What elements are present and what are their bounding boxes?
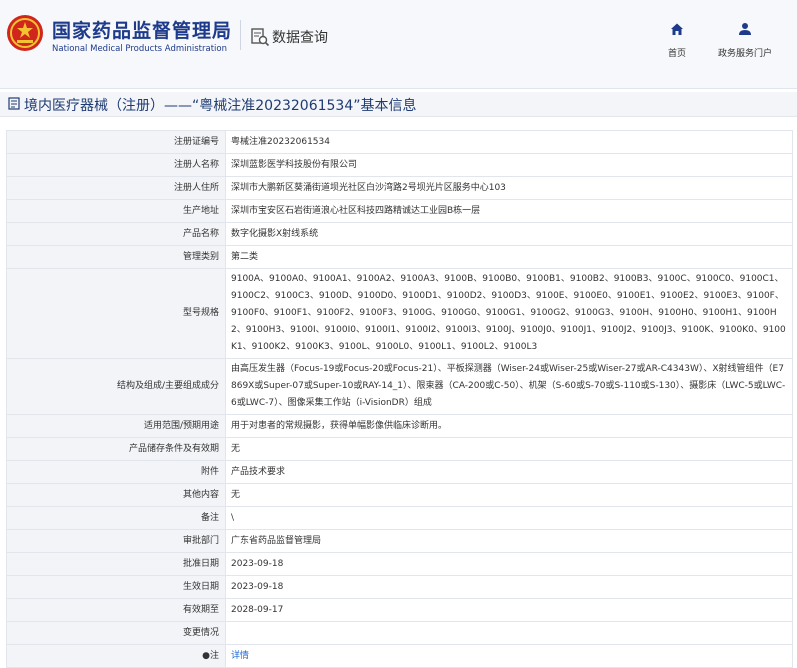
row-value: 由高压发生器（Focus-19或Focus-20或Focus-21）、平板探测器… <box>225 358 793 415</box>
row-label: 附件 <box>6 460 226 484</box>
row-label: 结构及组成/主要组成成分 <box>6 358 226 415</box>
nav-home[interactable]: 首页 <box>662 22 692 59</box>
row-value: 产品技术要求 <box>225 460 793 484</box>
user-icon <box>739 23 751 35</box>
row-value: 无 <box>225 483 793 507</box>
row-value: 深圳蓝影医学科技股份有限公司 <box>225 153 793 177</box>
row-value <box>225 621 793 645</box>
document-icon <box>8 97 20 110</box>
table-row: 管理类别 第二类 <box>6 245 793 269</box>
row-label: 注册人名称 <box>6 153 226 177</box>
row-label: 备注 <box>6 506 226 530</box>
table-row: 审批部门 广东省药品监督管理局 <box>6 529 793 553</box>
row-label: 型号规格 <box>6 268 226 359</box>
row-label: 适用范围/预期用途 <box>6 414 226 438</box>
table-row: 变更情况 <box>6 621 793 645</box>
table-row: ●注 详情 <box>6 644 793 668</box>
table-row: 注册人住所 深圳市大鹏新区葵涌街道坝光社区白沙湾路2号坝光片区服务中心103 <box>6 176 793 200</box>
national-emblem-icon <box>7 15 43 51</box>
row-label: 审批部门 <box>6 529 226 553</box>
row-value: 9100A、9100A0、9100A1、9100A2、9100A3、9100B、… <box>225 268 793 359</box>
table-row: 适用范围/预期用途 用于对患者的常规摄影，获得单幅影像供临床诊断用。 <box>6 414 793 438</box>
table-row: 产品储存条件及有效期无 <box>6 437 793 461</box>
table-row: 结构及组成/主要组成成分 由高压发生器（Focus-19或Focus-20或Foc… <box>6 358 793 415</box>
row-label: 注 <box>209 650 219 661</box>
row-label: 其他内容 <box>6 483 226 507</box>
table-row: 备注 \ <box>6 506 793 530</box>
row-label: 管理类别 <box>6 245 226 269</box>
bullet-icon: ● <box>202 650 210 661</box>
row-value: 深圳市宝安区石岩街道浪心社区科技四路精诚达工业园B栋一层 <box>225 199 793 223</box>
registration-info-table: 注册证编号 粤械注准20232061534 注册人名称 深圳蓝影医学科技股份有限公司… <box>6 130 793 668</box>
row-value: 数字化摄影X射线系统 <box>225 222 793 246</box>
row-label: 产品名称 <box>6 222 226 246</box>
table-row: 有效期至 2028-09-17 <box>6 598 793 622</box>
table-row: 生效日期 2023-09-18 <box>6 575 793 599</box>
table-row: 型号规格 9100A、9100A0、9100A1、9100A2、9100A3、91… <box>6 268 793 359</box>
row-label: 注册人住所 <box>6 176 226 200</box>
row-value: 第二类 <box>225 245 793 269</box>
row-value: \ <box>225 506 793 530</box>
table-row: 生产地址 深圳市宝安区石岩街道浪心社区科技四路精诚达工业园B栋一层 <box>6 199 793 223</box>
row-label: 生效日期 <box>6 575 226 599</box>
site-name-cn: 国家药品监督管理局 <box>52 20 233 42</box>
row-value: 2023-09-18 <box>225 552 793 576</box>
page-title-bar: 境内医疗器械（注册）——“粤械注准20232061534”基本信息 <box>0 92 797 117</box>
table-row: 注册人名称 深圳蓝影医学科技股份有限公司 <box>6 153 793 177</box>
table-row: 注册证编号 粤械注准20232061534 <box>6 130 793 154</box>
detail-link[interactable]: 详情 <box>231 651 249 661</box>
row-value: 粤械注准20232061534 <box>225 130 793 154</box>
data-query-label[interactable]: 数据查询 <box>272 27 328 47</box>
row-label: 注册证编号 <box>6 130 226 154</box>
table-row: 批准日期 2023-09-18 <box>6 552 793 576</box>
nav-home-label: 首页 <box>667 49 686 59</box>
site-header: 国家药品监督管理局 National Medical Products Admi… <box>0 0 797 89</box>
row-label: 变更情况 <box>6 621 226 645</box>
page-title: 境内医疗器械（注册）——“粤械注准20232061534”基本信息 <box>24 98 417 114</box>
nav-service-portal[interactable]: 政务服务门户 <box>713 22 777 59</box>
table-row: 产品名称 数字化摄影X射线系统 <box>6 222 793 246</box>
row-label: 有效期至 <box>6 598 226 622</box>
row-value: 无 <box>225 437 793 461</box>
magnifier-document-icon <box>251 28 270 47</box>
row-value: 广东省药品监督管理局 <box>225 529 793 553</box>
table-row: 附件 产品技术要求 <box>6 460 793 484</box>
row-value: 用于对患者的常规摄影，获得单幅影像供临床诊断用。 <box>225 414 793 438</box>
row-value: 2028-09-17 <box>225 598 793 622</box>
row-value: 2023-09-18 <box>225 575 793 599</box>
site-name-en: National Medical Products Administration <box>52 44 227 54</box>
home-icon <box>671 23 683 35</box>
header-divider <box>240 20 241 50</box>
row-label: 生产地址 <box>6 199 226 223</box>
note-value-cell: 详情 <box>225 644 793 668</box>
row-value: 深圳市大鹏新区葵涌街道坝光社区白沙湾路2号坝光片区服务中心103 <box>225 176 793 200</box>
nav-service-portal-label: 政务服务门户 <box>717 49 772 59</box>
row-label: 产品储存条件及有效期 <box>6 437 226 461</box>
note-label-cell: ●注 <box>6 644 226 668</box>
table-row: 其他内容无 <box>6 483 793 507</box>
row-label: 批准日期 <box>6 552 226 576</box>
